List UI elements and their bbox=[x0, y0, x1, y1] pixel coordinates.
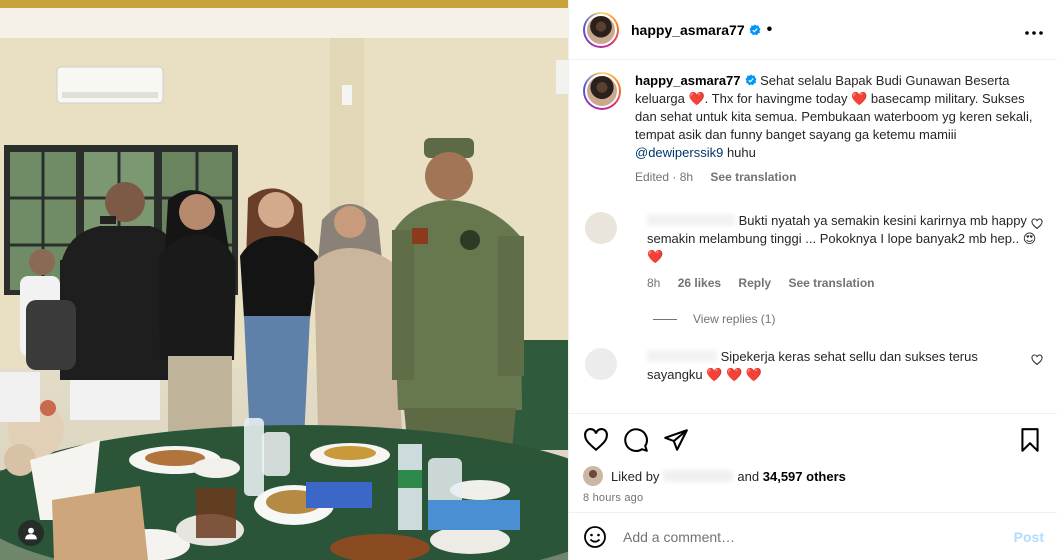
heart-icon[interactable] bbox=[1031, 218, 1043, 230]
add-comment-bar: Post bbox=[569, 512, 1057, 560]
user-tag-icon bbox=[25, 527, 37, 540]
comment-emoji: ❤️ ❤️ ❤️ bbox=[706, 367, 763, 382]
commenter-avatar[interactable] bbox=[585, 212, 617, 244]
comment-meta: 8h 26 likes Reply See translation bbox=[647, 274, 1037, 292]
liked-by-prefix: Liked by bbox=[611, 468, 660, 484]
caption-edited-time: Edited · 8h bbox=[635, 170, 694, 184]
share-icon[interactable] bbox=[663, 427, 689, 453]
comment-likes[interactable]: 26 likes bbox=[678, 276, 721, 290]
view-replies-label: View replies (1) bbox=[693, 312, 776, 326]
post-comment-button[interactable]: Post bbox=[1014, 529, 1044, 545]
view-replies-button[interactable]: View replies (1) bbox=[653, 312, 1043, 326]
post-time[interactable]: 8 hours ago bbox=[583, 492, 1043, 504]
commenter-username-blurred[interactable] bbox=[647, 214, 735, 226]
comment-body: Bukti nyatah ya semakin kesini karirnya … bbox=[647, 212, 1037, 292]
post-side-panel: happy_asmara77 • happy_asmara77 Sehat se… bbox=[568, 0, 1057, 560]
caption-body-2: . Thx for havingme today bbox=[704, 91, 852, 106]
reply-button[interactable]: Reply bbox=[738, 276, 771, 290]
author-username[interactable]: happy_asmara77 bbox=[631, 22, 745, 38]
user-tag-button[interactable] bbox=[18, 520, 44, 546]
caption-text: happy_asmara77 Sehat selalu Bapak Budi G… bbox=[635, 72, 1035, 186]
heart-emoji: ❤️ bbox=[851, 91, 868, 106]
heart-emoji: ❤️ bbox=[688, 91, 705, 106]
caption-username[interactable]: happy_asmara77 bbox=[635, 73, 741, 88]
heart-icon[interactable] bbox=[583, 427, 609, 453]
commenter-username-blurred[interactable] bbox=[647, 350, 717, 362]
caption-meta: Edited · 8h See translation bbox=[635, 168, 1035, 186]
post-header: happy_asmara77 • bbox=[569, 0, 1057, 60]
header-separator: • bbox=[766, 20, 773, 38]
likes-count[interactable]: 34,597 others bbox=[763, 469, 846, 484]
liker-avatar[interactable] bbox=[583, 466, 603, 486]
bookmark-icon[interactable] bbox=[1017, 427, 1043, 453]
comment-time: 8h bbox=[647, 276, 661, 290]
instagram-post-modal: happy_asmara77 • happy_asmara77 Sehat se… bbox=[0, 0, 1057, 560]
see-translation-link[interactable]: See translation bbox=[788, 276, 874, 290]
more-icon bbox=[1025, 31, 1043, 35]
more-options-button[interactable] bbox=[1025, 19, 1043, 40]
liked-by-and: and bbox=[737, 468, 760, 484]
comment-input[interactable] bbox=[623, 528, 1014, 545]
caption-avatar[interactable] bbox=[583, 72, 621, 110]
verified-icon bbox=[745, 74, 757, 86]
caption-body-4: huhu bbox=[723, 145, 756, 160]
commenter-avatar[interactable] bbox=[585, 348, 617, 380]
author-avatar[interactable] bbox=[583, 11, 619, 48]
liker-username-blurred[interactable] bbox=[663, 470, 734, 482]
heart-icon[interactable] bbox=[1031, 354, 1043, 366]
verified-icon bbox=[749, 24, 761, 35]
comment-item: Bukti nyatah ya semakin kesini karirnya … bbox=[583, 212, 1043, 292]
comment-item: Sipekerja keras sehat sellu dan sukses t… bbox=[583, 348, 1043, 384]
action-buttons bbox=[583, 424, 1043, 456]
post-photo bbox=[0, 0, 568, 560]
mention-link[interactable]: @dewiperssik9 bbox=[635, 145, 723, 160]
comment-body: Sipekerja keras sehat sellu dan sukses t… bbox=[647, 348, 1037, 384]
comment-icon[interactable] bbox=[623, 427, 649, 453]
comments-section: happy_asmara77 Sehat selalu Bapak Budi G… bbox=[569, 60, 1057, 413]
likes-summary: Liked by and 34,597 others bbox=[583, 466, 1043, 486]
emoji-icon[interactable] bbox=[583, 525, 607, 549]
see-translation-link[interactable]: See translation bbox=[710, 170, 796, 184]
group-photo-image bbox=[0, 0, 568, 560]
caption: happy_asmara77 Sehat selalu Bapak Budi G… bbox=[583, 72, 1043, 186]
